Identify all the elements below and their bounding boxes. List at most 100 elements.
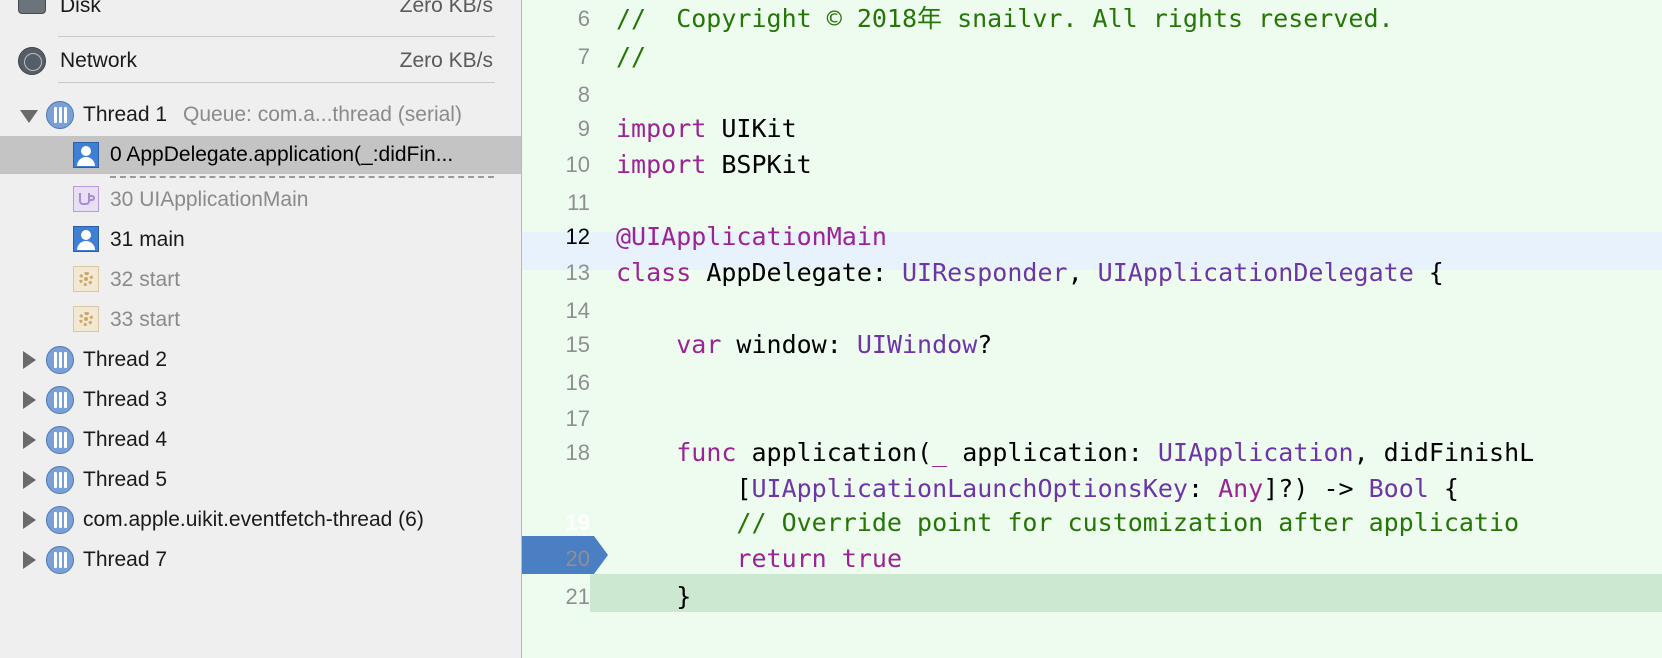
thread-row[interactable]: Thread 4 bbox=[0, 421, 521, 459]
thread-row[interactable]: Thread 5 bbox=[0, 461, 521, 499]
disk-gauge-row[interactable]: Disk Zero KB/s bbox=[0, 0, 521, 24]
stack-frame-row[interactable]: 32 start bbox=[0, 261, 521, 299]
code-line[interactable]: 8 bbox=[522, 76, 1662, 114]
network-label: Network bbox=[60, 49, 138, 72]
code-token: AppDelegate: bbox=[691, 258, 902, 287]
code-token: UIKit bbox=[706, 114, 797, 143]
thread-row[interactable]: Thread 3 bbox=[0, 381, 521, 419]
keyword-token: _ bbox=[932, 438, 948, 467]
code-line[interactable]: 6 // Copyright © 2018年 snailvr. All right… bbox=[522, 0, 1662, 38]
line-number[interactable]: 21 bbox=[522, 578, 590, 616]
type-token: UIResponder bbox=[901, 258, 1068, 287]
thread-label: Thread 3 bbox=[83, 388, 168, 411]
code-line[interactable]: 14 bbox=[522, 292, 1662, 330]
line-number[interactable]: 15 bbox=[522, 326, 590, 364]
code-line[interactable]: 7 // bbox=[522, 38, 1662, 76]
code-line[interactable]: 21 } bbox=[522, 578, 1662, 616]
code-line[interactable]: 19 // Override point for customization a… bbox=[522, 504, 1662, 542]
keyword-token: return bbox=[736, 544, 827, 573]
code-token: ? bbox=[977, 330, 993, 359]
frame-label: 0 AppDelegate.application(_:didFin... bbox=[110, 143, 454, 166]
stack-frame-row[interactable]: 33 start bbox=[0, 301, 521, 339]
thread-row[interactable]: Thread 7 bbox=[0, 541, 521, 579]
disclosure-collapsed-icon[interactable] bbox=[23, 391, 36, 409]
thread-row[interactable]: com.apple.uikit.eventfetch-thread (6) bbox=[0, 501, 521, 539]
code-line[interactable]: 10 import BSPKit bbox=[522, 146, 1662, 184]
line-number[interactable]: 11 bbox=[522, 184, 590, 222]
frame-label: 32 start bbox=[110, 268, 181, 291]
comment-token: // Override point for customization afte… bbox=[616, 508, 1520, 537]
thread-label: com.apple.uikit.eventfetch-thread (6) bbox=[83, 508, 424, 531]
comment-token: // Copyright © 2018年 snailvr. All rights… bbox=[616, 4, 1394, 33]
code-line[interactable]: 15 var window: UIWindow? bbox=[522, 326, 1662, 364]
line-number[interactable]: 8 bbox=[522, 76, 590, 114]
line-number[interactable]: 19 bbox=[522, 504, 590, 542]
source-editor[interactable]: 6 // Copyright © 2018年 snailvr. All right… bbox=[522, 0, 1662, 658]
network-gauge-row[interactable]: Network Zero KB/s bbox=[0, 42, 521, 80]
type-token: UIApplicationLaunchOptionsKey bbox=[751, 474, 1188, 503]
line-number[interactable]: 14 bbox=[522, 292, 590, 330]
disclosure-collapsed-icon[interactable] bbox=[23, 511, 36, 529]
code-text: class AppDelegate: UIResponder, UIApplic… bbox=[616, 254, 1444, 292]
type-token: Bool bbox=[1368, 474, 1429, 503]
keyword-token: var bbox=[676, 330, 722, 359]
line-number[interactable]: 17 bbox=[522, 400, 590, 438]
stack-frame-row[interactable]: 30 UIApplicationMain bbox=[0, 181, 521, 219]
code-line[interactable]: 12 @UIApplicationMain bbox=[522, 218, 1662, 256]
code-line[interactable]: 9 import UIKit bbox=[522, 110, 1662, 148]
code-line[interactable]: [UIApplicationLaunchOptionsKey: Any]?) -… bbox=[522, 470, 1662, 508]
thread-icon bbox=[46, 386, 74, 414]
line-number[interactable]: 10 bbox=[522, 146, 590, 184]
code-line[interactable]: 18 func application(_ application: UIApp… bbox=[522, 434, 1662, 472]
code-line[interactable]: 16 bbox=[522, 364, 1662, 402]
line-number[interactable]: 20 bbox=[522, 540, 590, 578]
code-text: return true bbox=[616, 540, 902, 578]
code-text: import UIKit bbox=[616, 110, 797, 148]
attribute-token: @UIApplicationMain bbox=[616, 222, 887, 251]
line-number[interactable]: 6 bbox=[522, 0, 590, 38]
code-text: @UIApplicationMain bbox=[616, 218, 887, 256]
code-text: // Override point for customization afte… bbox=[616, 504, 1519, 542]
thread-row-1[interactable]: Thread 1 Queue: com.a...thread (serial) bbox=[0, 96, 521, 134]
disclosure-collapsed-icon[interactable] bbox=[23, 351, 36, 369]
disclosure-collapsed-icon[interactable] bbox=[23, 471, 36, 489]
line-number[interactable]: 18 bbox=[522, 434, 590, 472]
stack-frame-row[interactable]: 31 main bbox=[0, 221, 521, 259]
code-line[interactable]: 11 bbox=[522, 184, 1662, 222]
frame-label: 31 main bbox=[110, 228, 185, 251]
system-gear-icon bbox=[73, 266, 99, 292]
debug-navigator: Disk Zero KB/s Network Zero KB/s Thread … bbox=[0, 0, 522, 658]
code-line[interactable]: 13 class AppDelegate: UIResponder, UIAppl… bbox=[522, 254, 1662, 292]
disk-label: Disk bbox=[60, 0, 101, 17]
disclosure-expanded-icon[interactable] bbox=[20, 110, 38, 123]
disclosure-collapsed-icon[interactable] bbox=[23, 551, 36, 569]
line-number[interactable]: 13 bbox=[522, 254, 590, 292]
line-number[interactable]: 7 bbox=[522, 38, 590, 76]
code-text: func application(_ application: UIApplic… bbox=[616, 434, 1534, 472]
code-token: } bbox=[616, 582, 692, 611]
line-number[interactable]: 12 bbox=[522, 218, 590, 256]
code-text: } bbox=[616, 578, 691, 616]
disk-value: Zero KB/s bbox=[399, 0, 493, 17]
code-token: application( bbox=[736, 438, 933, 467]
system-gear-icon bbox=[73, 306, 99, 332]
framework-icon bbox=[73, 186, 99, 212]
line-number[interactable]: 9 bbox=[522, 110, 590, 148]
type-token: UIApplication bbox=[1157, 438, 1354, 467]
code-token: { bbox=[1428, 474, 1459, 503]
stack-frame-row-selected[interactable]: 0 AppDelegate.application(_:didFin... bbox=[0, 136, 521, 174]
line-number[interactable]: 16 bbox=[522, 364, 590, 402]
gauge-divider bbox=[58, 36, 495, 37]
thread-row[interactable]: Thread 2 bbox=[0, 341, 521, 379]
thread-icon bbox=[46, 426, 74, 454]
code-token: : bbox=[1187, 474, 1219, 503]
code-line[interactable]: 17 bbox=[522, 400, 1662, 438]
thread-label: Thread 7 bbox=[83, 548, 168, 571]
thread-label: Thread 5 bbox=[83, 468, 168, 491]
code-line[interactable]: 20 return true bbox=[522, 540, 1662, 578]
thread-icon bbox=[46, 466, 74, 494]
disclosure-collapsed-icon[interactable] bbox=[23, 431, 36, 449]
